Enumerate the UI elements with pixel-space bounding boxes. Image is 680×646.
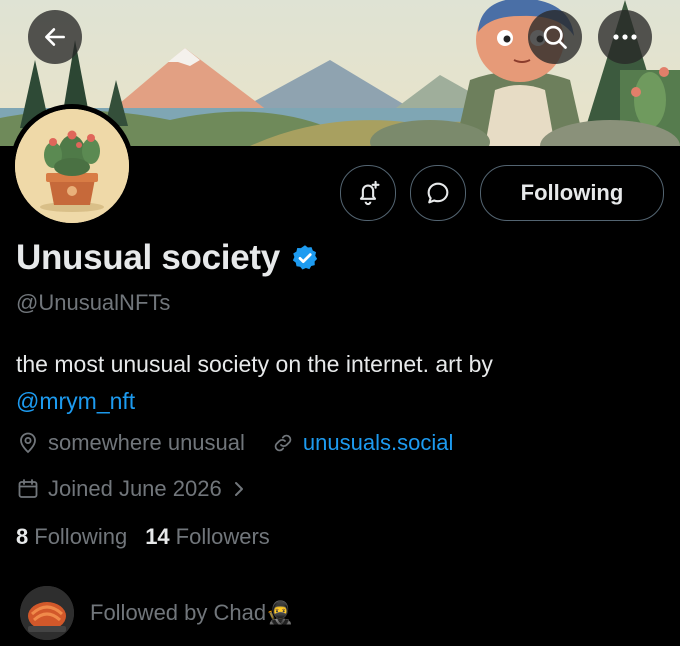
profile-display-name: Unusual society [16,238,280,277]
followed-by-row[interactable]: Followed by Chad 🥷 [20,586,294,640]
message-button[interactable] [410,165,466,221]
more-button[interactable] [598,10,652,64]
location-pin-icon [16,431,40,455]
followers-label: Followers [175,524,270,549]
back-button[interactable] [28,10,82,64]
avatar-image [15,109,129,223]
profile-stats: 8 Following 14 Followers [16,524,288,550]
profile-website-link[interactable]: unusuals.social [303,430,453,456]
profile-name-row: Unusual society [16,238,320,278]
chevron-right-icon [232,479,246,499]
followed-by-text: Followed by Chad [90,600,267,625]
verified-badge-icon[interactable] [290,243,320,278]
notify-button[interactable] [340,165,396,221]
ninja-emoji: 🥷 [266,600,294,625]
following-button[interactable]: Following [480,165,664,221]
bell-plus-icon [359,180,380,206]
search-button[interactable] [528,10,582,64]
search-icon [543,25,567,49]
follower-avatar [20,586,74,640]
following-count: 8 [16,524,29,549]
profile-joined-row[interactable]: Joined June 2026 [16,476,254,502]
following-stat[interactable]: 8 Following [16,524,127,550]
arrow-left-icon [45,28,65,46]
profile-bio: the most unusual society on the internet… [16,346,656,420]
more-icon [613,34,637,40]
following-label: Following [34,524,128,549]
link-icon [271,431,295,455]
profile-avatar[interactable] [10,104,134,228]
profile-meta-row: somewhere unusual unusuals.social [16,430,453,456]
followers-stat[interactable]: 14 Followers [145,524,270,550]
bio-mention-link[interactable]: @mrym_nft [16,388,135,414]
followers-count: 14 [145,524,170,549]
cactus-pot-illustration [15,109,129,223]
profile-joined-date: Joined June 2026 [48,476,222,501]
calendar-icon [16,477,40,501]
message-bubble-icon [427,182,449,204]
bio-text: the most unusual society on the internet… [16,351,493,377]
profile-handle: @UnusualNFTs [16,290,171,315]
profile-location: somewhere unusual [48,430,245,455]
